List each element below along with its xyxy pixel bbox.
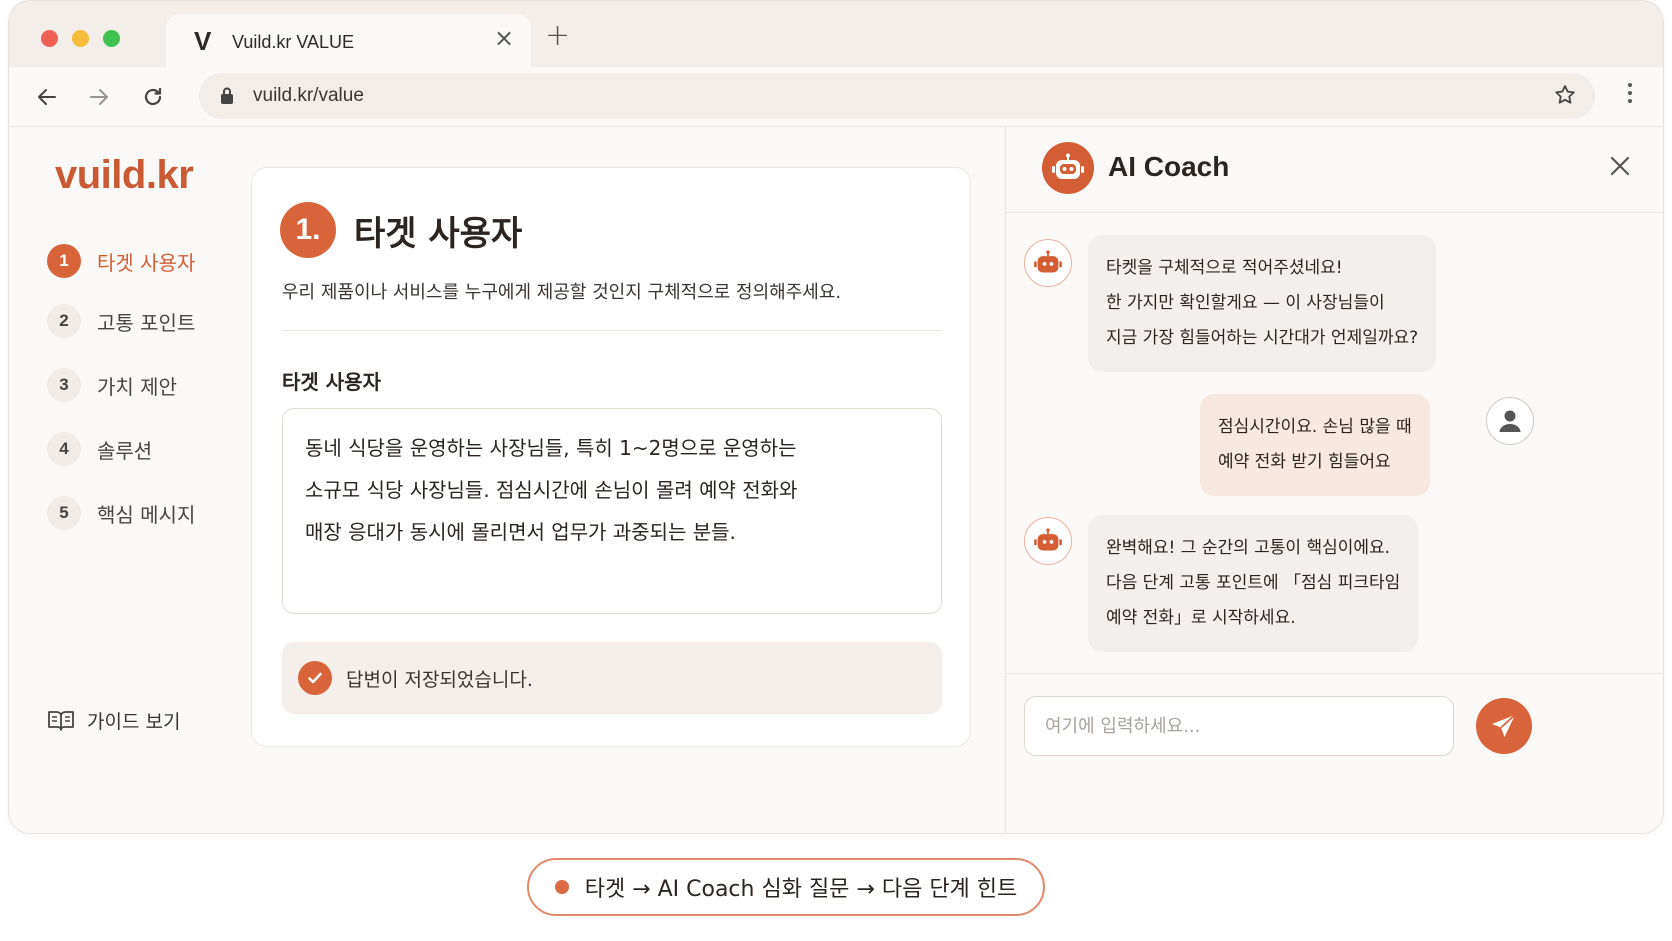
answer-line: 소규모 식당 사장님들. 점심시간에 손님이 몰려 예약 전화와 [305,478,798,502]
guide-label: 가이드 보기 [87,711,181,733]
tab-title: Vuild.kr VALUE [232,32,355,52]
step-label: 솔루션 [97,438,153,463]
arrow-right-icon [90,89,108,105]
browser-toolbar: vuild.kr/value [9,67,1663,127]
reload-icon [144,87,162,106]
tab-close-icon[interactable]: × [494,26,514,50]
ai-coach-panel: AI Coach 타켓을 구체적으로 적어주셨네요! 한 가지만 확인할게요 —… [1005,127,1663,833]
step-number: 2 [47,304,81,338]
coach-input-area [1006,673,1663,833]
step-label: 핵심 메시지 [97,502,196,527]
book-icon [48,710,74,731]
tab-strip: V Vuild.kr VALUE × + [9,1,1663,69]
step-label: 타겟 사용자 [97,250,196,275]
lock-icon [221,87,233,104]
robot-icon [1034,250,1062,273]
robot-icon [1042,142,1094,194]
chat-input[interactable] [1024,696,1454,756]
send-icon [1492,714,1516,737]
message-line: 타켓을 구체적으로 적어주셨네요! [1106,258,1343,278]
status-dot [554,880,569,894]
user-message: 점심시간이요. 손님 많을 때 예약 전화 받기 힘들어요 [1200,394,1430,496]
arrow-left-icon [38,89,56,105]
sidebar-step-5[interactable]: 5 핵심 메시지 [47,494,195,532]
user-icon [1499,410,1521,432]
message-line: 완벽해요! 그 순간의 고통이 핵심이에요. [1106,538,1391,558]
message-line: 예약 전화 받기 힘들어요 [1218,452,1391,472]
message-line: 예약 전화」로 시작하세요. [1106,608,1296,628]
step-number: 4 [47,432,81,466]
brand-logo[interactable]: vuild.kr [55,153,194,198]
close-icon[interactable] [1609,155,1631,177]
step-label: 고통 포인트 [97,310,196,335]
page-title: 타겟 사용자 [354,213,523,254]
step-card: 1. 타겟 사용자 우리 제품이나 서비스를 누구에게 제공할 것인지 구체적으… [251,167,971,747]
flow-caption: 타겟 → AI Coach 심화 질문 → 다음 단계 힌트 [527,858,1045,916]
close-window-button[interactable] [41,30,58,47]
menu-kebab-icon[interactable] [1625,80,1635,110]
step-label: 가치 제안 [97,374,177,399]
sidebar-step-4[interactable]: 4 솔루션 [47,430,152,468]
card-description: 우리 제품이나 서비스를 누구에게 제공할 것인지 구체적으로 정의해주세요. [282,282,842,303]
url-text: vuild.kr/value [253,85,364,106]
sidebar-step-3[interactable]: 3 가치 제안 [47,366,177,404]
step-number: 1 [47,244,81,278]
page-content: vuild.kr 1 타겟 사용자 2 고통 포인트 3 가치 제안 4 솔루션… [9,127,1663,833]
bot-avatar [1024,517,1072,565]
field-label: 타겟 사용자 [282,370,381,394]
card-step-number: 1. [280,202,336,258]
maximize-window-button[interactable] [103,30,120,47]
new-tab-button[interactable]: + [545,21,570,51]
answer-textarea[interactable]: 동네 식당을 운영하는 사장님들, 특히 1~2명으로 운영하는 소규모 식당 … [282,408,942,614]
minimize-window-button[interactable] [72,30,89,47]
check-icon [298,661,332,695]
user-avatar [1486,397,1534,445]
coach-header: AI Coach [1006,127,1663,213]
answer-line: 매장 응대가 동시에 몰리면서 업무가 과중되는 분들. [305,520,736,544]
saved-notice: 답변이 저장되었습니다. [282,642,942,714]
send-button[interactable] [1476,698,1532,754]
reload-button[interactable] [135,79,171,115]
divider [282,330,942,331]
robot-icon [1034,528,1062,551]
guide-link[interactable]: 가이드 보기 [47,707,180,734]
message-line: 지금 가장 힘들어하는 시간대가 언제일까요? [1106,328,1419,348]
browser-window: V Vuild.kr VALUE × + vuild.kr/value vuil… [8,0,1664,834]
message-line: 한 가지만 확인할게요 — 이 사장님들이 [1106,293,1385,313]
sidebar-step-1[interactable]: 1 타겟 사용자 [47,242,195,280]
back-button[interactable] [29,79,65,115]
bot-message: 타켓을 구체적으로 적어주셨네요! 한 가지만 확인할게요 — 이 사장님들이 … [1088,235,1437,372]
answer-line: 동네 식당을 운영하는 사장님들, 특히 1~2명으로 운영하는 [305,436,797,460]
browser-tab[interactable]: V Vuild.kr VALUE × [166,14,531,69]
coach-title: AI Coach [1108,151,1230,182]
forward-button[interactable] [81,79,117,115]
sidebar-step-2[interactable]: 2 고통 포인트 [47,302,195,340]
card-header: 1. 타겟 사용자 [280,202,522,258]
tab-favicon-icon: V [194,26,212,56]
address-bar[interactable]: vuild.kr/value [199,73,1595,119]
message-line: 다음 단계 고통 포인트에 「점심 피크타임 [1106,573,1401,593]
bot-avatar [1024,239,1072,287]
saved-text: 답변이 저장되었습니다. [346,668,533,691]
flow-text: 타겟 → AI Coach 심화 질문 → 다음 단계 힌트 [584,877,1018,902]
bot-message: 완벽해요! 그 순간의 고통이 핵심이에요. 다음 단계 고통 포인트에 「점심… [1088,515,1419,652]
sidebar: vuild.kr 1 타겟 사용자 2 고통 포인트 3 가치 제안 4 솔루션… [9,127,264,833]
step-number: 5 [47,496,81,530]
step-number: 3 [47,368,81,402]
bookmark-star-icon[interactable] [1553,83,1577,107]
message-line: 점심시간이요. 손님 많을 때 [1218,417,1412,437]
